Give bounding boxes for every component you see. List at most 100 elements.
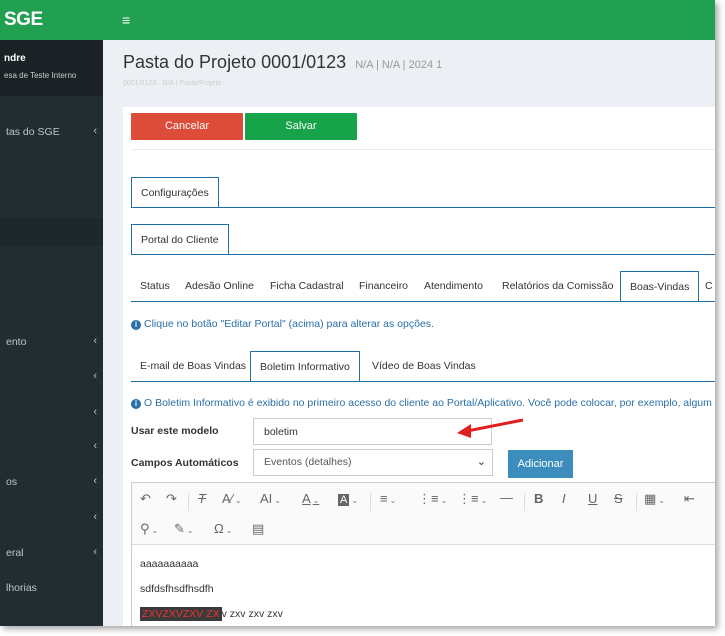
tab-email-boas-vindas[interactable]: E-mail de Boas Vindas <box>131 351 255 382</box>
chevron-left-icon: ‹ <box>93 370 97 382</box>
font-size-icon[interactable]: A⁄ ⌄ <box>222 491 242 506</box>
tab-more[interactable]: C <box>696 271 715 302</box>
align-icon[interactable]: ≡ ⌄ <box>380 491 396 506</box>
sidebar-item-label: os <box>6 476 18 488</box>
tab-ficha-cadastral[interactable]: Ficha Cadastral <box>261 271 353 302</box>
tab-underline <box>131 254 715 255</box>
editor-body[interactable]: aaaaaaaaaa sdfdsfhsdfhsdfh ZXVZXVZXV ZX v… <box>132 546 715 626</box>
info-boletim: iO Boletim Informativo é exibido no prim… <box>131 397 712 409</box>
save-button[interactable]: Salvar <box>245 113 357 140</box>
menu-icon[interactable]: ≡ <box>122 12 130 28</box>
chevron-left-icon: ‹ <box>93 511 97 523</box>
fields-select[interactable]: Eventos (detalhes) ⌄ <box>253 449 493 476</box>
toolbar-separator <box>188 493 189 511</box>
font-color-icon[interactable]: A ⌄ <box>302 491 319 506</box>
font-family-icon[interactable]: AI ⌄ <box>260 491 281 506</box>
more-icon[interactable]: ⇤ <box>684 491 695 507</box>
toolbar-separator <box>636 493 637 511</box>
sidebar-item-os[interactable]: os ‹ <box>0 468 103 496</box>
tab-boletim-informativo[interactable]: Boletim Informativo <box>250 351 360 382</box>
divider <box>131 149 715 150</box>
main-area: Pasta do Projeto 0001/0123 N/A | N/A | 2… <box>103 40 715 626</box>
add-button[interactable]: Adicionar <box>508 450 573 478</box>
cancel-button[interactable]: Cancelar <box>131 113 243 140</box>
sidebar: ndre esa de Teste Interno tas do SGE ‹ e… <box>0 40 103 626</box>
tab-status[interactable]: Status <box>131 271 179 302</box>
chevron-down-icon: ⌄ <box>476 456 486 468</box>
special-char-icon[interactable]: Ω ⌄ <box>214 521 232 536</box>
top-bar: SGE ≡ <box>0 0 715 40</box>
italic-icon[interactable]: I <box>562 491 566 506</box>
sidebar-item[interactable]: ‹ <box>0 363 103 391</box>
sidebar-item[interactable]: ‹ <box>0 433 103 461</box>
tab-underline <box>131 301 715 302</box>
table-icon[interactable]: ▦ ⌄ <box>644 491 665 507</box>
toolbar-separator <box>524 493 525 511</box>
tab-adesao-online[interactable]: Adesão Online <box>176 271 263 302</box>
sidebar-item-label: tas do SGE <box>6 126 60 138</box>
toolbar-separator <box>370 493 371 511</box>
content-panel: Cancelar Salvar Configurações Portal do … <box>123 107 715 626</box>
app-logo: SGE <box>4 9 43 30</box>
editor-line-text: v zxv zxv zxv <box>221 608 283 620</box>
pen-icon[interactable]: ✎ ⌄ <box>174 521 194 537</box>
info-icon: i <box>131 320 141 330</box>
tab-relatorios-comissao[interactable]: Relatórios da Comissão <box>493 271 622 302</box>
fields-label: Campos Automáticos <box>131 457 239 469</box>
info-portal: i Clique no botão "Editar Portal" (acima)… <box>131 318 434 330</box>
info-portal-text: Clique no botão "Editar Portal" (acima) … <box>144 318 434 330</box>
sidebar-item-melhorias[interactable]: lhorias <box>0 574 103 602</box>
underline-icon[interactable]: U <box>588 491 597 506</box>
strikethrough-icon[interactable]: S <box>614 491 623 506</box>
user-name: ndre <box>4 53 26 64</box>
sidebar-user-panel: ndre esa de Teste Interno <box>0 40 103 96</box>
page-title: Pasta do Projeto 0001/0123 N/A | N/A | 2… <box>123 52 442 73</box>
rich-text-editor: ↶ ↷ T A⁄ ⌄ AI ⌄ A ⌄ A ⌄ ≡ ⌄ ⋮≡ ⌄ ⋮≡ ⌄ — B I <box>131 482 715 626</box>
highlight-icon[interactable]: A ⌄ <box>338 491 358 506</box>
tab-underline <box>131 207 715 208</box>
sidebar-item[interactable]: ‹ <box>0 399 103 427</box>
editor-line: ZXVZXVZXV ZX v zxv zxv zxv <box>140 607 283 621</box>
chevron-left-icon: ‹ <box>93 546 97 558</box>
tab-portal-do-cliente[interactable]: Portal do Cliente <box>131 224 229 255</box>
page-title-meta: N/A | N/A | 2024 1 <box>355 59 443 71</box>
sidebar-item[interactable]: ‹ <box>0 504 103 532</box>
page-title-text: Pasta do Projeto 0001/0123 <box>123 52 347 72</box>
info-icon: i <box>131 399 141 409</box>
page-subtitle: 0001/0123 · N/A | Pasta/Projeto <box>123 80 222 87</box>
sidebar-item-label: eral <box>6 547 24 559</box>
sidebar-item-label: ento <box>6 336 27 348</box>
source-icon[interactable]: ▤ <box>252 521 264 537</box>
chevron-left-icon: ‹ <box>93 440 97 452</box>
editor-toolbar: ↶ ↷ T A⁄ ⌄ AI ⌄ A ⌄ A ⌄ ≡ ⌄ ⋮≡ ⌄ ⋮≡ ⌄ — B I <box>132 483 715 545</box>
editor-line: aaaaaaaaaa <box>140 558 199 570</box>
horizontal-line-icon[interactable]: — <box>500 490 513 505</box>
undo-icon[interactable]: ↶ <box>140 491 151 507</box>
clear-format-icon[interactable]: T <box>198 491 206 506</box>
model-label: Usar este modelo <box>131 425 219 437</box>
tab-atendimento[interactable]: Atendimento <box>415 271 492 302</box>
tab-underline <box>131 381 715 382</box>
info-boletim-text: O Boletim Informativo é exibido no prime… <box>144 397 712 409</box>
redo-icon[interactable]: ↷ <box>166 491 177 507</box>
app-window: SGE ≡ ndre esa de Teste Interno tas do S… <box>0 0 715 626</box>
chevron-left-icon: ‹ <box>93 406 97 418</box>
sidebar-item-label: lhorias <box>6 582 37 594</box>
tab-boas-vindas[interactable]: Boas-Vindas <box>620 271 700 302</box>
highlighted-text: ZXVZXVZXV ZX <box>140 607 222 621</box>
numbered-list-icon[interactable]: ⋮≡ ⌄ <box>458 491 487 507</box>
tab-configuracoes[interactable]: Configurações <box>131 177 219 208</box>
sidebar-item-geral[interactable]: eral ‹ <box>0 539 103 567</box>
annotation-arrow-head <box>457 418 524 438</box>
tab-video-boas-vindas[interactable]: Vídeo de Boas Vindas <box>363 351 485 382</box>
tab-financeiro[interactable]: Financeiro <box>350 271 417 302</box>
sidebar-item-atendimento[interactable]: ento ‹ <box>0 328 103 356</box>
bold-icon[interactable]: B <box>534 491 543 506</box>
sidebar-item-ferramentas-sge[interactable]: tas do SGE ‹ <box>0 118 103 146</box>
chevron-left-icon: ‹ <box>93 475 97 487</box>
find-replace-icon[interactable]: ⚲ ⌄ <box>140 521 158 537</box>
sidebar-item-active[interactable] <box>0 218 103 246</box>
fields-select-value: Eventos (detalhes) <box>264 456 352 468</box>
chevron-left-icon: ‹ <box>93 125 97 137</box>
bullet-list-icon[interactable]: ⋮≡ ⌄ <box>418 491 447 507</box>
